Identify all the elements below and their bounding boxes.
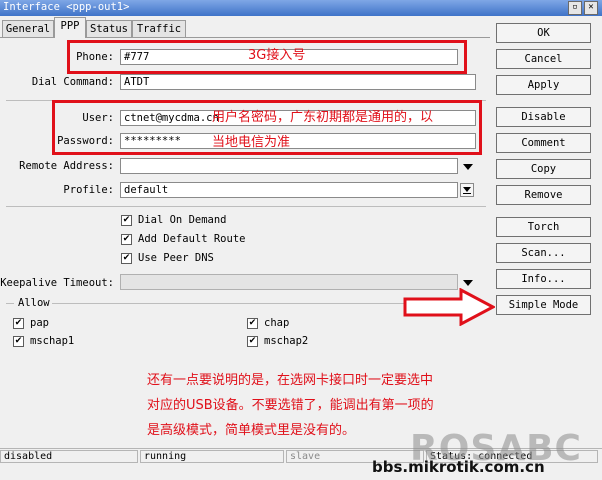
section-divider <box>6 206 486 207</box>
dial-on-demand-checkbox[interactable]: ✔ <box>121 215 132 226</box>
remote-address-dropdown-icon[interactable] <box>463 164 473 170</box>
mschap1-checkbox[interactable]: ✔ <box>13 336 24 347</box>
tab-status[interactable]: Status <box>86 20 132 37</box>
restore-icon[interactable]: ▫ <box>568 1 582 15</box>
profile-select[interactable]: default <box>120 182 458 198</box>
add-default-route-label: Add Default Route <box>138 233 246 245</box>
window-title: Interface <ppp-out1> <box>3 1 130 13</box>
mschap1-label: mschap1 <box>30 335 75 347</box>
remote-address-field[interactable] <box>120 158 458 174</box>
info-button[interactable]: Info... <box>496 269 591 289</box>
add-default-route-checkbox[interactable]: ✔ <box>121 234 132 245</box>
use-peer-dns-label: Use Peer DNS <box>138 252 214 264</box>
allow-section-title: Allow <box>18 297 50 309</box>
credentials-annotation-line2: 当地电信为准 <box>212 135 291 150</box>
scan-button[interactable]: Scan... <box>496 243 591 263</box>
site-watermark: bbs.mikrotik.com.cn <box>372 458 545 476</box>
use-peer-dns-checkbox[interactable]: ✔ <box>121 253 132 264</box>
apply-button[interactable]: Apply <box>496 75 591 95</box>
keepalive-dropdown-icon[interactable] <box>463 280 473 286</box>
chap-label: chap <box>264 317 290 329</box>
torch-button[interactable]: Torch <box>496 217 591 237</box>
comment-button[interactable]: Comment <box>496 133 591 153</box>
dial-on-demand-label: Dial On Demand <box>138 214 227 226</box>
status-disabled: disabled <box>0 450 138 463</box>
ok-button[interactable]: OK <box>496 23 591 43</box>
simple-mode-button[interactable]: Simple Mode <box>496 295 591 315</box>
chevron-down-icon <box>463 187 471 192</box>
usb-note-line1: 还有一点要说明的是，在选网卡接口时一定要选中 <box>147 373 434 388</box>
dial-command-field[interactable]: ATDT <box>120 74 476 90</box>
tab-ppp[interactable]: PPP <box>54 17 86 38</box>
mschap2-checkbox[interactable]: ✔ <box>247 336 258 347</box>
keepalive-timeout-label: Keepalive Timeout: <box>0 277 114 289</box>
profile-dropdown-button[interactable] <box>460 183 474 197</box>
arrow-right-icon <box>403 288 495 326</box>
remove-button[interactable]: Remove <box>496 185 591 205</box>
credentials-annotation-line1: 用户名密码，广东初期都是通用的，以 <box>212 110 434 125</box>
pap-checkbox[interactable]: ✔ <box>13 318 24 329</box>
usb-note-line3: 是高级模式，简单模式里是没有的。 <box>147 423 356 438</box>
copy-button[interactable]: Copy <box>496 159 591 179</box>
pap-label: pap <box>30 317 49 329</box>
close-icon[interactable]: ✕ <box>584 1 598 15</box>
usb-note-line2: 对应的USB设备。不要选错了，能调出有第一项的 <box>147 398 434 413</box>
phone-annotation: 3G接入号 <box>248 48 306 63</box>
remote-address-label: Remote Address: <box>19 160 114 172</box>
chap-checkbox[interactable]: ✔ <box>247 318 258 329</box>
status-running: running <box>140 450 284 463</box>
mschap2-label: mschap2 <box>264 335 309 347</box>
cancel-button[interactable]: Cancel <box>496 49 591 69</box>
window-titlebar: Interface <ppp-out1> ▫ ✕ <box>0 0 602 16</box>
tab-traffic[interactable]: Traffic <box>132 20 186 37</box>
disable-button[interactable]: Disable <box>496 107 591 127</box>
tab-bar: General PPP Status Traffic <box>0 17 490 38</box>
dial-command-label: Dial Command: <box>31 76 114 88</box>
tab-general[interactable]: General <box>2 20 54 37</box>
profile-label: Profile: <box>63 184 114 196</box>
